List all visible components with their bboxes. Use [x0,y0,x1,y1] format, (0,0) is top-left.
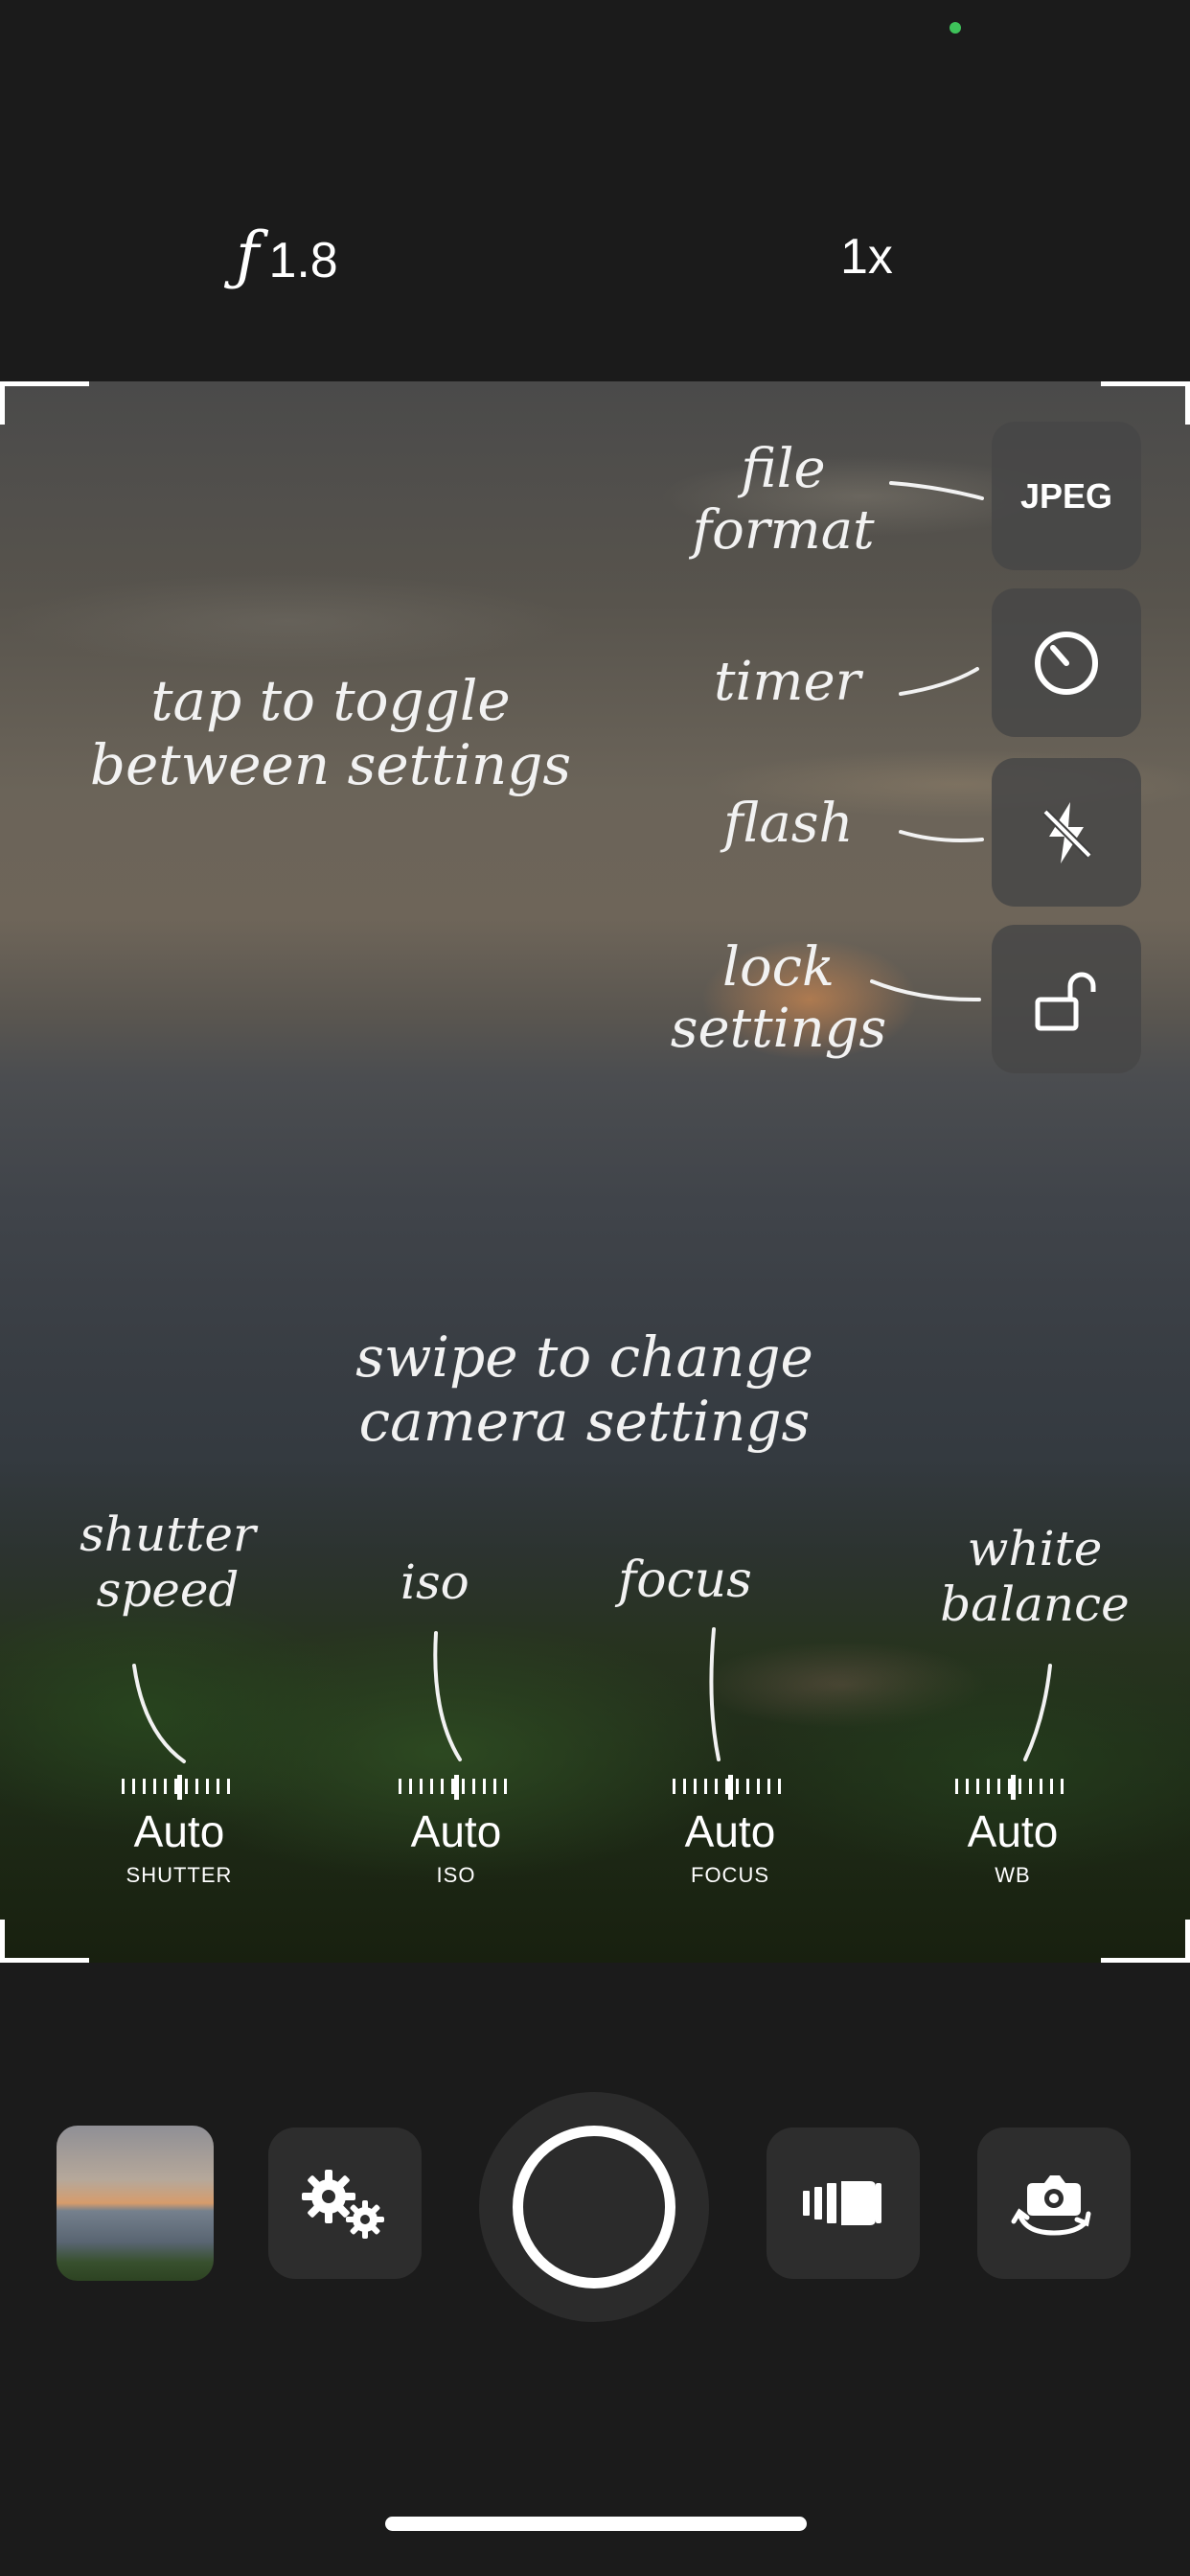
wb-dial[interactable]: Auto WB [927,1775,1099,1888]
shutter-icon [513,2126,675,2288]
switch-camera-icon [1011,2175,1091,2236]
switch-camera-button[interactable] [977,2128,1131,2279]
wb-value: Auto [967,1806,1059,1856]
shutter-dial[interactable]: Auto SHUTTER [93,1775,265,1888]
video-icon [803,2181,881,2225]
focus-label: FOCUS [691,1863,769,1887]
status-indicator-dot [950,22,961,34]
settings-button[interactable] [268,2128,422,2279]
camera-viewfinder[interactable]: JPEG file format timer flash lock settin… [0,381,1190,1963]
aperture-button[interactable]: ƒ 1.8 [236,218,338,292]
focus-dial[interactable]: Auto FOCUS [644,1775,816,1888]
home-indicator[interactable] [385,2517,807,2531]
gear-icon [302,2170,384,2239]
shutter-value: Auto [133,1806,225,1856]
iso-value: Auto [410,1806,502,1856]
annotation-arrows [132,481,1052,1763]
dial-pointer [176,1775,182,1800]
aperture-value: 1.8 [268,233,338,288]
dial-pointer [453,1775,459,1800]
shutter-label: SHUTTER [126,1863,233,1887]
iso-label: ISO [436,1863,476,1887]
iso-dial[interactable]: Auto ISO [370,1775,542,1888]
wb-label: WB [995,1863,1031,1887]
dial-pointer [727,1775,733,1800]
focus-value: Auto [684,1806,776,1856]
gallery-thumbnail[interactable] [57,2126,214,2281]
zoom-button[interactable]: 1x [840,228,893,286]
dial-pointer [1010,1775,1016,1800]
shutter-button[interactable] [479,2092,709,2322]
aperture-symbol: ƒ [236,218,260,292]
video-mode-button[interactable] [767,2128,920,2279]
